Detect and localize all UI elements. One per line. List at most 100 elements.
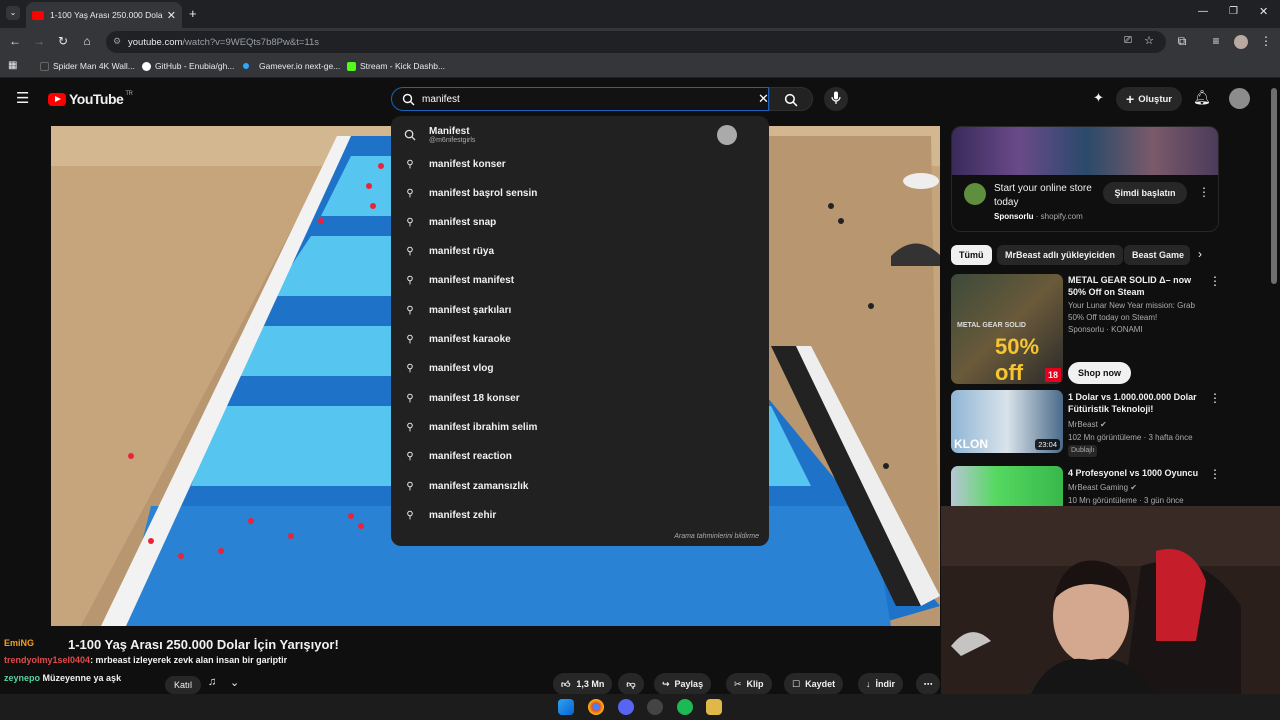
video-title[interactable]: 4 Profesyonel vs 1000 Oyuncu [1068, 467, 1200, 479]
clip-button[interactable]: ✂ Klip [726, 673, 772, 695]
dislike-button[interactable]: 👎︎ [618, 673, 644, 695]
channel-name[interactable]: MrBeast Gaming [1068, 483, 1128, 492]
chevron-down-icon[interactable]: ⌄ [230, 676, 239, 689]
reload-icon[interactable]: ↻ [55, 34, 71, 48]
more-options-icon[interactable]: ⋮ [1209, 391, 1221, 405]
search-query: manifest [422, 93, 460, 105]
chrome-icon[interactable] [588, 699, 604, 715]
download-button[interactable]: ↓ İndir [858, 673, 903, 695]
save-icon: ☐ [792, 678, 801, 689]
ad-cta-button[interactable]: Şimdi başlatın [1103, 182, 1187, 204]
tab-list-button[interactable]: ⌄ [6, 6, 20, 20]
suggestion-item[interactable]: ⚲ manifest şarkıları [391, 296, 769, 325]
ad-more-icon[interactable]: ⋮ [1198, 185, 1210, 199]
suggestion-item[interactable]: ⚲ manifest ibrahim selim [391, 413, 769, 442]
video-title[interactable]: METAL GEAR SOLID Δ– now 50% Off on Steam [1068, 274, 1200, 298]
windows-start-icon[interactable] [558, 699, 574, 715]
suggestion-item[interactable]: ⚲ manifest reaction [391, 442, 769, 471]
bookmark-item[interactable]: Spider Man 4K Wall... [40, 61, 135, 71]
more-options-icon[interactable]: ⋮ [1209, 274, 1221, 288]
suggestion-item[interactable]: ⚲ manifest 18 konser [391, 384, 769, 413]
maximize-button[interactable]: ❐ [1229, 6, 1238, 17]
suggestion-item[interactable]: ⚲ manifest başrol sensin [391, 179, 769, 208]
bookmark-label: Stream - Kick Dashb... [360, 61, 446, 71]
suggestion-item[interactable]: ⚲ manifest karaoke [391, 325, 769, 354]
video-thumbnail[interactable] [951, 466, 1063, 506]
youtube-play-icon [48, 92, 66, 106]
video-title[interactable]: 1 Dolar vs 1.000.000.000 Dolar Fütüristi… [1068, 391, 1200, 415]
suggestion-item[interactable]: ⚲ manifest zehir [391, 501, 769, 530]
reading-list-icon[interactable]: ≡ [1208, 34, 1224, 48]
page-scrollbar[interactable] [1271, 88, 1277, 284]
video-thumbnail[interactable]: KLON 23:04 [951, 390, 1063, 453]
bookmark-item[interactable]: Gamever.io next-ge... [243, 61, 340, 71]
profile-avatar[interactable] [1234, 35, 1248, 49]
chip-uploader[interactable]: MrBeast adlı yükleyiciden [997, 245, 1124, 265]
apps-grid-icon[interactable]: ▦ [8, 60, 17, 71]
save-button[interactable]: ☐ Kaydet [784, 673, 844, 695]
youtube-logo[interactable]: YouTube TR [48, 91, 133, 107]
age-rating-badge: 18 [1045, 368, 1061, 382]
chip-all[interactable]: Tümü [951, 245, 992, 265]
suggestion-item[interactable]: ⚲ manifest vlog [391, 354, 769, 383]
search-icon: ⚲ [406, 305, 414, 316]
home-icon[interactable]: ⌂ [79, 34, 95, 48]
clear-search-icon[interactable]: ✕ [758, 91, 769, 107]
suggestion-channel[interactable]: Manifest @m6nifestgirls [391, 120, 769, 150]
browser-tab[interactable]: 1-100 Yaş Arası 250.000 Dolar i ✕ [26, 2, 182, 28]
video-thumbnail[interactable]: METAL GEAR SOLID 50% off 18 [951, 274, 1063, 384]
suggestion-item[interactable]: ⚲ manifest manifest [391, 266, 769, 295]
channel-name[interactable]: MrBeast [1068, 420, 1098, 429]
search-icon: ⚲ [406, 451, 414, 462]
bookmark-item[interactable]: GitHub - Enubia/gh... [142, 61, 234, 71]
more-options-icon[interactable]: ⋮ [1209, 467, 1221, 481]
search-button[interactable] [769, 87, 813, 111]
suggestion-item[interactable]: ⚲ manifest snap [391, 208, 769, 237]
cast-extension-icon[interactable]: ✦ [1093, 90, 1104, 106]
suggestion-item[interactable]: ⚲ manifest konser [391, 150, 769, 179]
hamburger-menu-icon[interactable]: ☰ [16, 89, 29, 107]
create-button[interactable]: + Oluştur [1116, 87, 1182, 111]
obs-icon[interactable] [647, 699, 663, 715]
github-icon [142, 61, 151, 71]
shop-now-button[interactable]: Shop now [1068, 362, 1131, 384]
suggestion-text: manifest reaction [429, 451, 512, 462]
share-button[interactable]: ↪ Paylaş [654, 673, 712, 695]
extensions-icon[interactable]: ⧉ [1174, 34, 1190, 49]
bookmark-item[interactable]: Stream - Kick Dashb... [347, 61, 445, 71]
chevron-right-icon[interactable]: › [1198, 247, 1202, 261]
suggestion-item[interactable]: ⚲ manifest zamansızlık [391, 472, 769, 501]
account-avatar[interactable] [1229, 88, 1250, 109]
back-icon[interactable]: ← [7, 34, 23, 48]
cast-icon[interactable]: ⎚ [1124, 35, 1132, 46]
spotify-icon[interactable] [677, 699, 693, 715]
minimize-button[interactable]: — [1198, 6, 1208, 17]
forward-icon[interactable]: → [31, 34, 47, 48]
bookmark-star-icon[interactable]: ☆ [1144, 34, 1154, 47]
url-input[interactable]: ⚙ youtube.com/watch?v=9WEQts7b8Pw&t=11s … [106, 31, 1166, 53]
join-button[interactable]: Katıl [165, 676, 202, 694]
bell-icon[interactable]: ♫ [208, 676, 216, 688]
notifications-bell-icon[interactable]: 🔔︎ [1193, 89, 1211, 106]
close-window-button[interactable]: ✕ [1259, 5, 1268, 18]
chip-beast-games[interactable]: Beast Game [1124, 245, 1190, 265]
suggestion-item[interactable]: ⚲ manifest rüya [391, 237, 769, 266]
ad-card[interactable]: Start your online store today Sponsorlu … [951, 126, 1219, 232]
more-actions-button[interactable]: ⋯ [916, 673, 940, 695]
close-tab-icon[interactable]: ✕ [167, 9, 176, 22]
chrome-menu-icon[interactable]: ⋮ [1258, 34, 1274, 48]
discord-icon[interactable] [618, 699, 634, 715]
new-tab-button[interactable]: + [189, 6, 197, 21]
report-predictions-link[interactable]: Arama tahminlerini bildirme [674, 533, 759, 540]
search-icon: ⚲ [406, 422, 414, 433]
chat-user: EmiNG [4, 638, 35, 648]
league-client-icon[interactable] [706, 699, 722, 715]
suggestion-text: manifest rüya [429, 246, 495, 257]
search-icon: ⚲ [406, 334, 414, 345]
share-icon: ↪ [662, 678, 670, 689]
search-input[interactable]: manifest ✕ [391, 87, 769, 111]
voice-search-button[interactable] [824, 87, 848, 111]
like-button[interactable]: 👍︎ 1,3 Mn [553, 673, 613, 695]
channel-avatar [717, 125, 737, 145]
site-info-icon[interactable]: ⚙ [113, 36, 121, 47]
